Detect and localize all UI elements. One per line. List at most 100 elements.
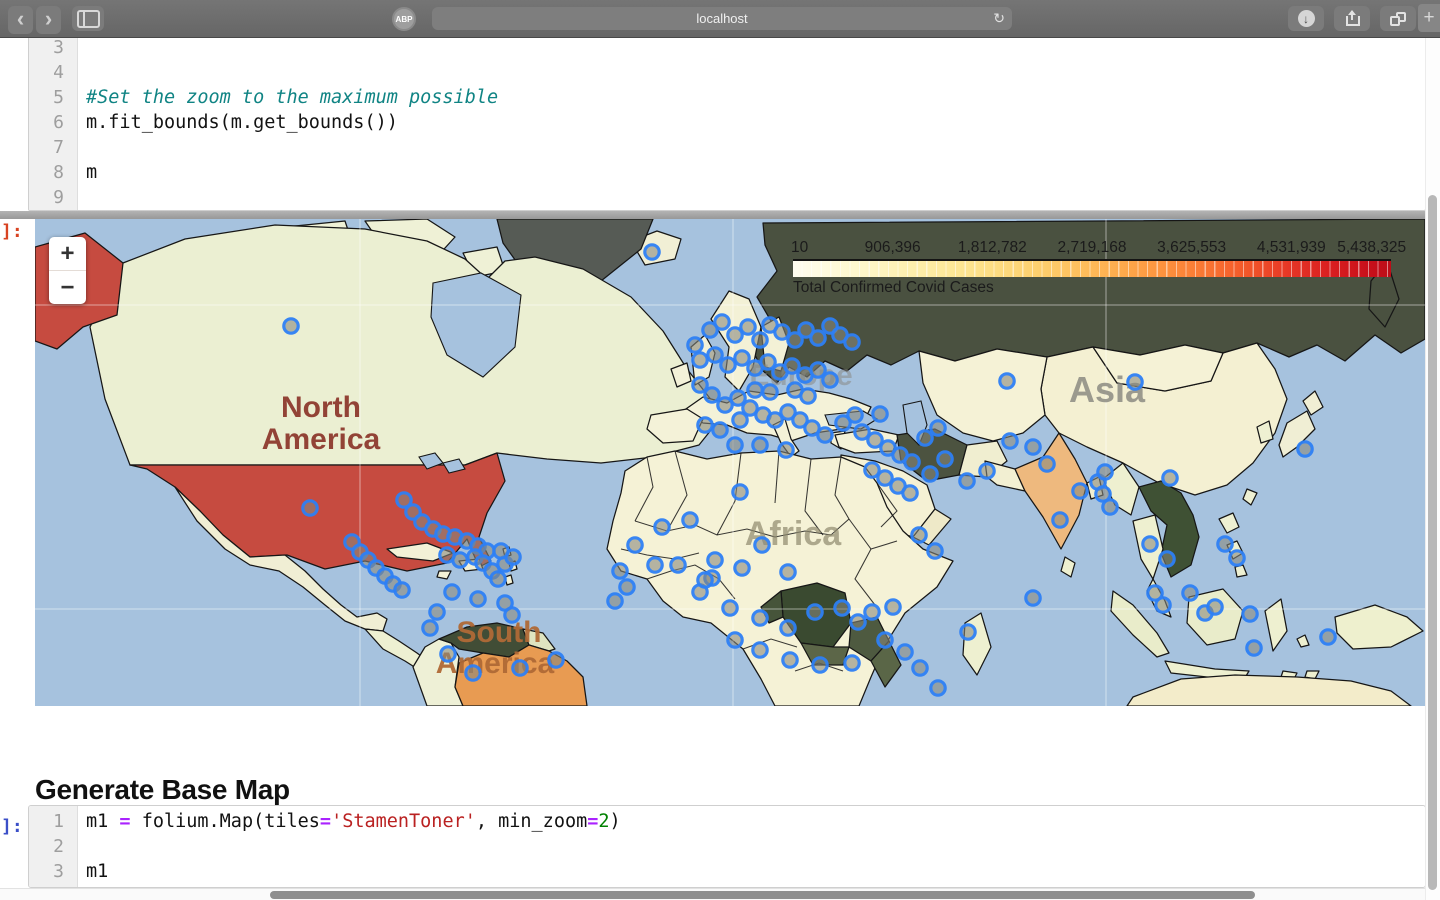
downloads-button[interactable]: ↓ (1288, 6, 1324, 31)
map-marker (1216, 535, 1234, 553)
map-marker (846, 406, 864, 424)
horizontal-scrollbar[interactable] (0, 888, 1440, 900)
map-marker (1038, 455, 1056, 473)
map-marker (706, 551, 724, 569)
share-button[interactable] (1334, 6, 1370, 31)
map-marker (753, 536, 771, 554)
plus-icon: + (1423, 7, 1435, 28)
share-icon (1345, 10, 1360, 26)
map-marker (1181, 584, 1199, 602)
new-tab-button[interactable]: + (1418, 4, 1440, 32)
map-marker (910, 526, 928, 544)
continent-label: South (457, 616, 542, 649)
line-number: 3 (53, 37, 64, 58)
map-marker (751, 331, 769, 349)
horizontal-scrollbar-thumb[interactable] (270, 891, 1255, 899)
vertical-scrollbar-thumb[interactable] (1428, 195, 1437, 890)
code-editor[interactable]: m1 = folium.Map(tiles='StamenToner', min… (78, 806, 1425, 887)
legend-tick-label: 10 (791, 239, 809, 256)
map-marker (871, 405, 889, 423)
map-marker (876, 631, 894, 649)
map-marker (421, 619, 439, 637)
download-icon: ↓ (1297, 10, 1315, 27)
map-marker (492, 542, 510, 560)
code-line[interactable]: m1 (86, 859, 1425, 884)
code-line[interactable] (86, 135, 1425, 160)
map-marker (884, 598, 902, 616)
top-code-cell[interactable]: 3 4 5 6 7 8 9 #Set the zoom to the maximum pos… (28, 31, 1426, 211)
map-marker (751, 436, 769, 454)
line-number: 6 (53, 112, 64, 133)
map-marker (301, 499, 319, 517)
map-marker (936, 450, 954, 468)
map-output[interactable]: NorthAmericaSouthAmericaEuropeAfricaAsia… (35, 219, 1425, 706)
map-marker (443, 583, 461, 601)
out-prompt: ]: (1, 221, 23, 242)
show-tabs-button[interactable] (1380, 6, 1416, 31)
zoom-in-button[interactable]: + (49, 237, 86, 270)
map-marker (438, 546, 456, 564)
map-marker (959, 623, 977, 641)
map-marker (511, 659, 529, 677)
code-line[interactable] (86, 35, 1425, 60)
map-marker (926, 542, 944, 560)
continent-label: North (281, 391, 361, 424)
map-marker (929, 679, 947, 697)
code-line[interactable] (86, 185, 1425, 210)
url-field[interactable]: localhost ↻ (432, 7, 1012, 30)
map-marker (503, 606, 521, 624)
map-marker (843, 654, 861, 672)
map-marker (703, 386, 721, 404)
map-marker (711, 421, 729, 439)
map-marker (691, 351, 709, 369)
screen: ‹ › ABP localhost ↻ ↓ + 3 4 5 6 7 8 9 #Set the… (0, 0, 1440, 900)
map-marker (929, 419, 947, 437)
map-marker (1228, 549, 1246, 567)
sidebar-toggle-button[interactable] (72, 6, 104, 31)
zoom-out-button[interactable]: − (49, 270, 86, 304)
map-marker (1154, 596, 1172, 614)
cell-gutter: 1 2 3 (29, 806, 78, 887)
map-marker (901, 484, 919, 502)
line-number: 9 (53, 187, 64, 208)
map-marker (643, 243, 661, 261)
map-marker (726, 436, 744, 454)
legend-tick-label: 906,396 (864, 239, 921, 256)
map-marker (626, 536, 644, 554)
vertical-scrollbar[interactable] (1425, 37, 1440, 900)
map-marker (739, 318, 757, 336)
map-marker (681, 511, 699, 529)
map-marker (282, 317, 300, 335)
back-button[interactable]: ‹ (8, 6, 33, 34)
map-marker (1319, 628, 1337, 646)
map-marker (1206, 598, 1224, 616)
map-marker (731, 483, 749, 501)
map-marker (978, 462, 996, 480)
code-editor[interactable]: #Set the zoom to the maximum possible m.f… (78, 32, 1425, 210)
map-marker (896, 643, 914, 661)
reload-icon[interactable]: ↻ (993, 10, 1005, 27)
code-line[interactable] (86, 834, 1425, 859)
map-marker (1024, 438, 1042, 456)
line-number: 3 (53, 861, 64, 882)
map-marker (731, 411, 749, 429)
code-line[interactable] (86, 60, 1425, 85)
abp-badge[interactable]: ABP (392, 7, 416, 31)
code-line[interactable]: m.fit_bounds(m.get_bounds()) (86, 110, 1425, 135)
legend-tick-label: 1,812,782 (957, 239, 1027, 256)
map-marker (1158, 550, 1176, 568)
map-marker (783, 357, 801, 375)
line-number: 1 (53, 811, 64, 832)
map-marker (733, 559, 751, 577)
in-prompt: ]: (1, 816, 23, 837)
map-marker (799, 387, 817, 405)
code-line[interactable]: m (86, 160, 1425, 185)
map-marker (746, 381, 764, 399)
code-line[interactable]: #Set the zoom to the maximum possible (86, 85, 1425, 110)
forward-button[interactable]: › (36, 6, 61, 34)
bottom-code-cell[interactable]: 1 2 3 m1 = folium.Map(tiles='StamenToner',… (28, 805, 1426, 888)
map-marker (1096, 463, 1114, 481)
line-number: 4 (53, 62, 64, 83)
code-line[interactable]: m1 = folium.Map(tiles='StamenToner', min… (86, 809, 1425, 834)
legend-colorbar (793, 259, 1391, 277)
